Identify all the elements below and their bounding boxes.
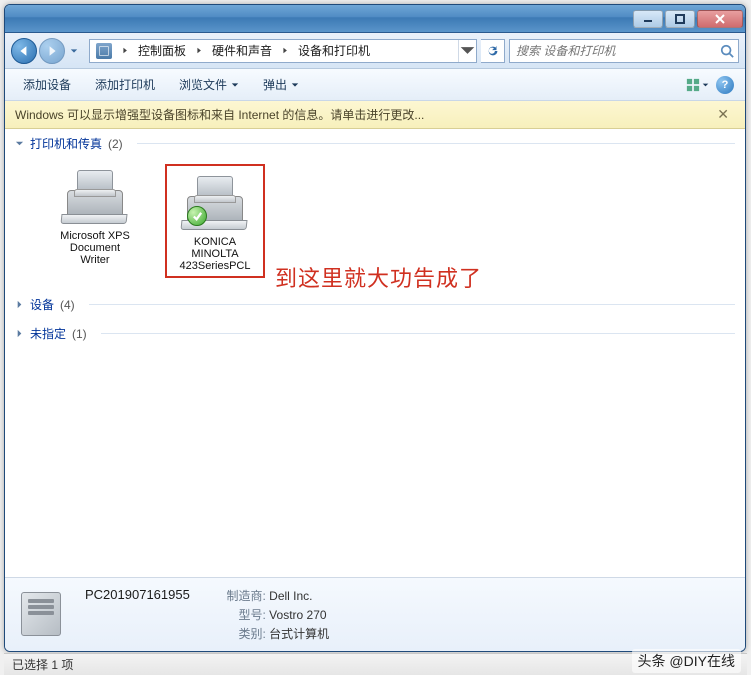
- infobar-close-icon[interactable]: ✕: [711, 104, 735, 125]
- printer-icon: [179, 170, 251, 230]
- address-dropdown[interactable]: [458, 40, 476, 62]
- add-device-button[interactable]: 添加设备: [13, 72, 81, 97]
- group-printers-header[interactable]: 打印机和传真 (2): [5, 129, 745, 158]
- expand-icon: [15, 300, 24, 309]
- search-input[interactable]: [510, 44, 716, 58]
- maximize-button[interactable]: [665, 10, 695, 28]
- command-bar: 添加设备 添加打印机 浏览文件 弹出 ?: [5, 69, 745, 101]
- breadcrumb-seg[interactable]: 硬件和声音: [206, 40, 278, 62]
- default-check-icon: [187, 206, 207, 226]
- status-text: 已选择 1 项: [12, 656, 73, 673]
- eject-button[interactable]: 弹出: [253, 72, 309, 97]
- breadcrumb-seg[interactable]: 设备和打印机: [292, 40, 376, 62]
- collapse-icon: [15, 139, 24, 148]
- view-options-button[interactable]: [685, 73, 709, 97]
- forward-button[interactable]: [39, 38, 65, 64]
- titlebar[interactable]: [5, 5, 745, 33]
- location-icon: [96, 43, 112, 59]
- printer-item-xps[interactable]: Microsoft XPSDocumentWriter: [45, 164, 145, 278]
- back-button[interactable]: [11, 38, 37, 64]
- refresh-button[interactable]: [481, 39, 505, 63]
- explorer-window: 控制面板 硬件和声音 设备和打印机 添加设备 添加打印机 浏览文件 弹出 ? W…: [4, 4, 746, 652]
- info-bar[interactable]: Windows 可以显示增强型设备图标和来自 Internet 的信息。请单击进…: [5, 101, 745, 129]
- address-bar[interactable]: 控制面板 硬件和声音 设备和打印机: [89, 39, 477, 63]
- help-icon: ?: [716, 76, 734, 94]
- search-icon[interactable]: [716, 44, 738, 58]
- group-unspecified-header[interactable]: 未指定 (1): [5, 319, 745, 348]
- info-message: Windows 可以显示增强型设备图标和来自 Internet 的信息。请单击进…: [15, 106, 424, 123]
- printer-item-konica[interactable]: KONICAMINOLTA423SeriesPCL: [165, 164, 265, 278]
- content-area: 打印机和传真 (2) Microsoft XPSDocumentWriter K…: [5, 129, 745, 577]
- minimize-button[interactable]: [633, 10, 663, 28]
- watermark: 头条 @DIY在线: [632, 649, 741, 673]
- group-devices-header[interactable]: 设备 (4): [5, 290, 745, 319]
- detail-name: PC201907161955: [85, 587, 190, 602]
- annotation-text: 到这里就大功告成了: [275, 261, 482, 293]
- help-button[interactable]: ?: [713, 73, 737, 97]
- close-button[interactable]: [697, 10, 743, 28]
- breadcrumb-seg[interactable]: 控制面板: [132, 40, 192, 62]
- printer-icon: [59, 164, 131, 224]
- computer-icon: [17, 588, 71, 642]
- history-dropdown[interactable]: [67, 38, 81, 64]
- detail-properties: 制造商: Dell Inc. 型号: Vostro 270 类别: 台式计算机: [220, 587, 329, 642]
- add-printer-button[interactable]: 添加打印机: [85, 72, 165, 97]
- browse-files-button[interactable]: 浏览文件: [169, 72, 249, 97]
- search-box[interactable]: [509, 39, 739, 63]
- expand-icon: [15, 329, 24, 338]
- details-pane: PC201907161955 制造商: Dell Inc. 型号: Vostro…: [5, 577, 745, 651]
- nav-bar: 控制面板 硬件和声音 设备和打印机: [5, 33, 745, 69]
